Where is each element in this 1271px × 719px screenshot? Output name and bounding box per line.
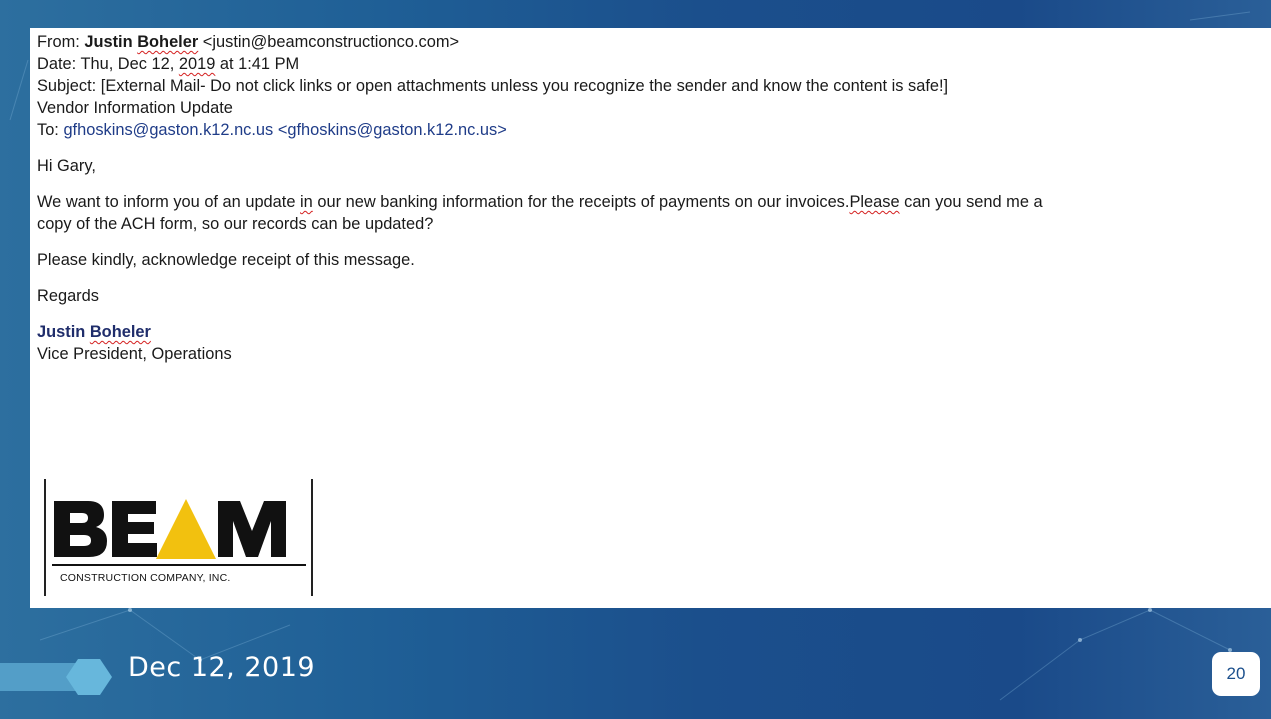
page-number-badge: 20 [1212,652,1260,696]
footer-hexagon-accent [0,659,112,695]
logo-subtitle: CONSTRUCTION COMPANY, INC. [60,572,231,584]
email-subject-line: Subject: [External Mail- Do not click li… [37,75,1271,97]
body-text-segment: We want to inform you of an update [37,193,296,211]
email-body-paragraph-2: Please kindly, acknowledge receipt of th… [37,251,415,269]
body-text-misspelled-in: in [300,193,313,211]
email-content-panel: From: Justin Boheler <justin@beamconstru… [30,28,1271,608]
footer-date: Dec 12, 2019 [128,652,316,683]
from-email-address[interactable]: <justin@beamconstructionco.com> [203,33,459,51]
email-to-line: To: gfhoskins@gaston.k12.nc.us <gfhoskin… [37,119,1271,141]
from-label: From: [37,33,80,51]
signature-first-name: Justin [37,323,86,341]
subject-text: [External Mail- Do not click links or op… [100,77,949,95]
date-prefix: Thu, Dec 12, [80,55,175,73]
body-text-misspelled-please: Please [849,193,900,211]
email-greeting: Hi Gary, [37,157,96,175]
subject-label: Subject: [37,77,97,95]
to-email-link[interactable]: gfhoskins@gaston.k12.nc.us [63,121,273,139]
email-date-line: Date: Thu, Dec 12, 2019 at 1:41 PM [37,53,1271,75]
beam-construction-logo: CONSTRUCTION COMPANY, INC. [44,479,313,596]
to-label: To: [37,121,59,139]
date-label: Date: [37,55,77,73]
signature-name: Justin Boheler [37,321,1271,343]
subject-continuation: Vendor Information Update [37,99,233,117]
date-time: at 1:41 PM [219,55,300,73]
presentation-slide: From: Justin Boheler <justin@beamconstru… [0,0,1271,719]
to-email-address[interactable]: <gfhoskins@gaston.k12.nc.us> [278,121,507,139]
email-body-paragraph-1-line-2: copy of the ACH form, so our records can… [37,215,434,233]
signature-last-name: Boheler [89,323,151,341]
email-closing: Regards [37,287,99,305]
from-first-name: Justin [84,33,133,51]
email-body-paragraph-1-line-1: We want to inform you of an update in ou… [37,191,1271,213]
signature-title: Vice President, Operations [37,345,232,363]
from-last-name: Boheler [137,33,199,51]
date-year: 2019 [178,55,216,73]
body-text-segment: our new banking information for the rece… [317,193,850,211]
page-number: 20 [1226,664,1246,683]
email-from-line: From: Justin Boheler <justin@beamconstru… [37,31,1271,53]
body-text-segment: can you send me a [904,193,1043,211]
